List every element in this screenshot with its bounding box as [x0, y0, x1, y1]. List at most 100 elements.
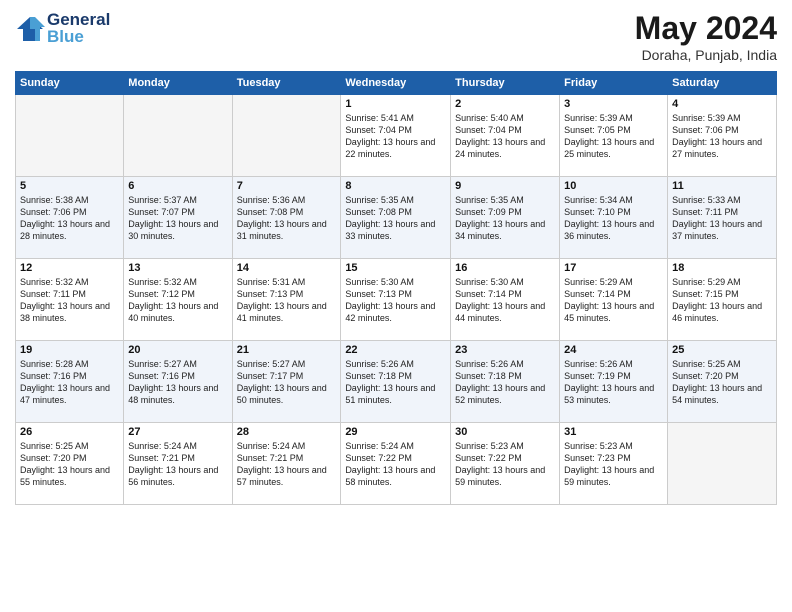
day-info: Sunrise: 5:34 AMSunset: 7:10 PMDaylight:…: [564, 194, 663, 243]
day-info: Sunrise: 5:26 AMSunset: 7:19 PMDaylight:…: [564, 358, 663, 407]
table-row: 5 Sunrise: 5:38 AMSunset: 7:06 PMDaylight…: [16, 177, 124, 259]
table-row: 27Sunrise: 5:24 AMSunset: 7:21 PMDayligh…: [124, 423, 232, 505]
logo: General Blue: [15, 10, 110, 47]
day-info: Sunrise: 5:36 AMSunset: 7:08 PMDaylight:…: [237, 194, 337, 243]
day-info: Sunrise: 5:32 AMSunset: 7:12 PMDaylight:…: [128, 276, 227, 325]
day-number: 20: [128, 344, 227, 356]
month-title: May 2024: [635, 10, 777, 47]
table-row: 3 Sunrise: 5:39 AMSunset: 7:05 PMDaylight…: [560, 95, 668, 177]
day-number: 14: [237, 262, 337, 274]
day-info: Sunrise: 5:29 AMSunset: 7:14 PMDaylight:…: [564, 276, 663, 325]
table-row: 10 Sunrise: 5:34 AMSunset: 7:10 PMDayligh…: [560, 177, 668, 259]
day-info: Sunrise: 5:24 AMSunset: 7:21 PMDaylight:…: [128, 440, 227, 489]
table-row: 2 Sunrise: 5:40 AMSunset: 7:04 PMDaylight…: [451, 95, 560, 177]
day-info: Sunrise: 5:27 AMSunset: 7:17 PMDaylight:…: [237, 358, 337, 407]
table-row: 24Sunrise: 5:26 AMSunset: 7:19 PMDayligh…: [560, 341, 668, 423]
day-info: Sunrise: 5:26 AMSunset: 7:18 PMDaylight:…: [345, 358, 446, 407]
table-row: [124, 95, 232, 177]
table-row: 1Sunrise: 5:41 AMSunset: 7:04 PMDaylight…: [341, 95, 451, 177]
table-row: 16 Sunrise: 5:30 AMSunset: 7:14 PMDayligh…: [451, 259, 560, 341]
day-info: Sunrise: 5:41 AMSunset: 7:04 PMDaylight:…: [345, 112, 446, 161]
calendar-page: General Blue May 2024 Doraha, Punjab, In…: [0, 0, 792, 612]
table-row: 14 Sunrise: 5:31 AMSunset: 7:13 PMDayligh…: [232, 259, 341, 341]
calendar-week-row: 1Sunrise: 5:41 AMSunset: 7:04 PMDaylight…: [16, 95, 777, 177]
day-number: 18: [672, 262, 772, 274]
day-info: Sunrise: 5:29 AMSunset: 7:15 PMDaylight:…: [672, 276, 772, 325]
day-info: Sunrise: 5:24 AMSunset: 7:21 PMDaylight:…: [237, 440, 337, 489]
day-info: Sunrise: 5:30 AMSunset: 7:13 PMDaylight:…: [345, 276, 446, 325]
table-row: 18 Sunrise: 5:29 AMSunset: 7:15 PMDayligh…: [668, 259, 777, 341]
weekday-header-row: Sunday Monday Tuesday Wednesday Thursday…: [16, 72, 777, 95]
table-row: 8Sunrise: 5:35 AMSunset: 7:08 PMDaylight…: [341, 177, 451, 259]
day-info: Sunrise: 5:25 AMSunset: 7:20 PMDaylight:…: [672, 358, 772, 407]
day-info: Sunrise: 5:27 AMSunset: 7:16 PMDaylight:…: [128, 358, 227, 407]
day-number: 16: [455, 262, 555, 274]
table-row: 12Sunrise: 5:32 AMSunset: 7:11 PMDayligh…: [16, 259, 124, 341]
day-number: 3: [564, 98, 663, 110]
day-number: 9: [455, 180, 555, 192]
logo-text: General Blue: [47, 10, 110, 47]
header-monday: Monday: [124, 72, 232, 95]
header-tuesday: Tuesday: [232, 72, 341, 95]
calendar-week-row: 19 Sunrise: 5:28 AMSunset: 7:16 PMDayligh…: [16, 341, 777, 423]
day-info: Sunrise: 5:40 AMSunset: 7:04 PMDaylight:…: [455, 112, 555, 161]
calendar-week-row: 26 Sunrise: 5:25 AMSunset: 7:20 PMDayligh…: [16, 423, 777, 505]
day-number: 23: [455, 344, 555, 356]
table-row: [232, 95, 341, 177]
header-wednesday: Wednesday: [341, 72, 451, 95]
day-info: Sunrise: 5:35 AMSunset: 7:09 PMDaylight:…: [455, 194, 555, 243]
day-number: 29: [345, 426, 446, 438]
day-info: Sunrise: 5:24 AMSunset: 7:22 PMDaylight:…: [345, 440, 446, 489]
day-number: 17: [564, 262, 663, 274]
header: General Blue May 2024 Doraha, Punjab, In…: [15, 10, 777, 63]
day-number: 19: [20, 344, 119, 356]
day-info: Sunrise: 5:38 AMSunset: 7:06 PMDaylight:…: [20, 194, 119, 243]
day-number: 11: [672, 180, 772, 192]
day-info: Sunrise: 5:23 AMSunset: 7:23 PMDaylight:…: [564, 440, 663, 489]
logo-icon: [15, 15, 45, 43]
table-row: 4Sunrise: 5:39 AMSunset: 7:06 PMDaylight…: [668, 95, 777, 177]
table-row: 26 Sunrise: 5:25 AMSunset: 7:20 PMDayligh…: [16, 423, 124, 505]
table-row: 25 Sunrise: 5:25 AMSunset: 7:20 PMDayligh…: [668, 341, 777, 423]
day-number: 26: [20, 426, 119, 438]
day-number: 2: [455, 98, 555, 110]
day-info: Sunrise: 5:37 AMSunset: 7:07 PMDaylight:…: [128, 194, 227, 243]
day-number: 21: [237, 344, 337, 356]
day-number: 6: [128, 180, 227, 192]
table-row: 28 Sunrise: 5:24 AMSunset: 7:21 PMDayligh…: [232, 423, 341, 505]
day-number: 28: [237, 426, 337, 438]
table-row: 6 Sunrise: 5:37 AMSunset: 7:07 PMDaylight…: [124, 177, 232, 259]
day-number: 7: [237, 180, 337, 192]
table-row: 17 Sunrise: 5:29 AMSunset: 7:14 PMDayligh…: [560, 259, 668, 341]
header-thursday: Thursday: [451, 72, 560, 95]
day-info: Sunrise: 5:26 AMSunset: 7:18 PMDaylight:…: [455, 358, 555, 407]
day-info: Sunrise: 5:33 AMSunset: 7:11 PMDaylight:…: [672, 194, 772, 243]
day-number: 25: [672, 344, 772, 356]
table-row: 15 Sunrise: 5:30 AMSunset: 7:13 PMDayligh…: [341, 259, 451, 341]
title-section: May 2024 Doraha, Punjab, India: [635, 10, 777, 63]
calendar-table: Sunday Monday Tuesday Wednesday Thursday…: [15, 71, 777, 505]
table-row: 20 Sunrise: 5:27 AMSunset: 7:16 PMDayligh…: [124, 341, 232, 423]
day-info: Sunrise: 5:39 AMSunset: 7:05 PMDaylight:…: [564, 112, 663, 161]
day-number: 22: [345, 344, 446, 356]
calendar-week-row: 12Sunrise: 5:32 AMSunset: 7:11 PMDayligh…: [16, 259, 777, 341]
header-saturday: Saturday: [668, 72, 777, 95]
day-info: Sunrise: 5:39 AMSunset: 7:06 PMDaylight:…: [672, 112, 772, 161]
day-info: Sunrise: 5:28 AMSunset: 7:16 PMDaylight:…: [20, 358, 119, 407]
calendar-week-row: 5 Sunrise: 5:38 AMSunset: 7:06 PMDaylight…: [16, 177, 777, 259]
day-info: Sunrise: 5:30 AMSunset: 7:14 PMDaylight:…: [455, 276, 555, 325]
day-number: 10: [564, 180, 663, 192]
table-row: 13Sunrise: 5:32 AMSunset: 7:12 PMDayligh…: [124, 259, 232, 341]
day-info: Sunrise: 5:31 AMSunset: 7:13 PMDaylight:…: [237, 276, 337, 325]
day-info: Sunrise: 5:25 AMSunset: 7:20 PMDaylight:…: [20, 440, 119, 489]
header-sunday: Sunday: [16, 72, 124, 95]
day-info: Sunrise: 5:32 AMSunset: 7:11 PMDaylight:…: [20, 276, 119, 325]
day-number: 31: [564, 426, 663, 438]
day-number: 5: [20, 180, 119, 192]
table-row: 22 Sunrise: 5:26 AMSunset: 7:18 PMDayligh…: [341, 341, 451, 423]
day-number: 30: [455, 426, 555, 438]
table-row: 30Sunrise: 5:23 AMSunset: 7:22 PMDayligh…: [451, 423, 560, 505]
day-number: 15: [345, 262, 446, 274]
table-row: 29 Sunrise: 5:24 AMSunset: 7:22 PMDayligh…: [341, 423, 451, 505]
table-row: 31 Sunrise: 5:23 AMSunset: 7:23 PMDayligh…: [560, 423, 668, 505]
